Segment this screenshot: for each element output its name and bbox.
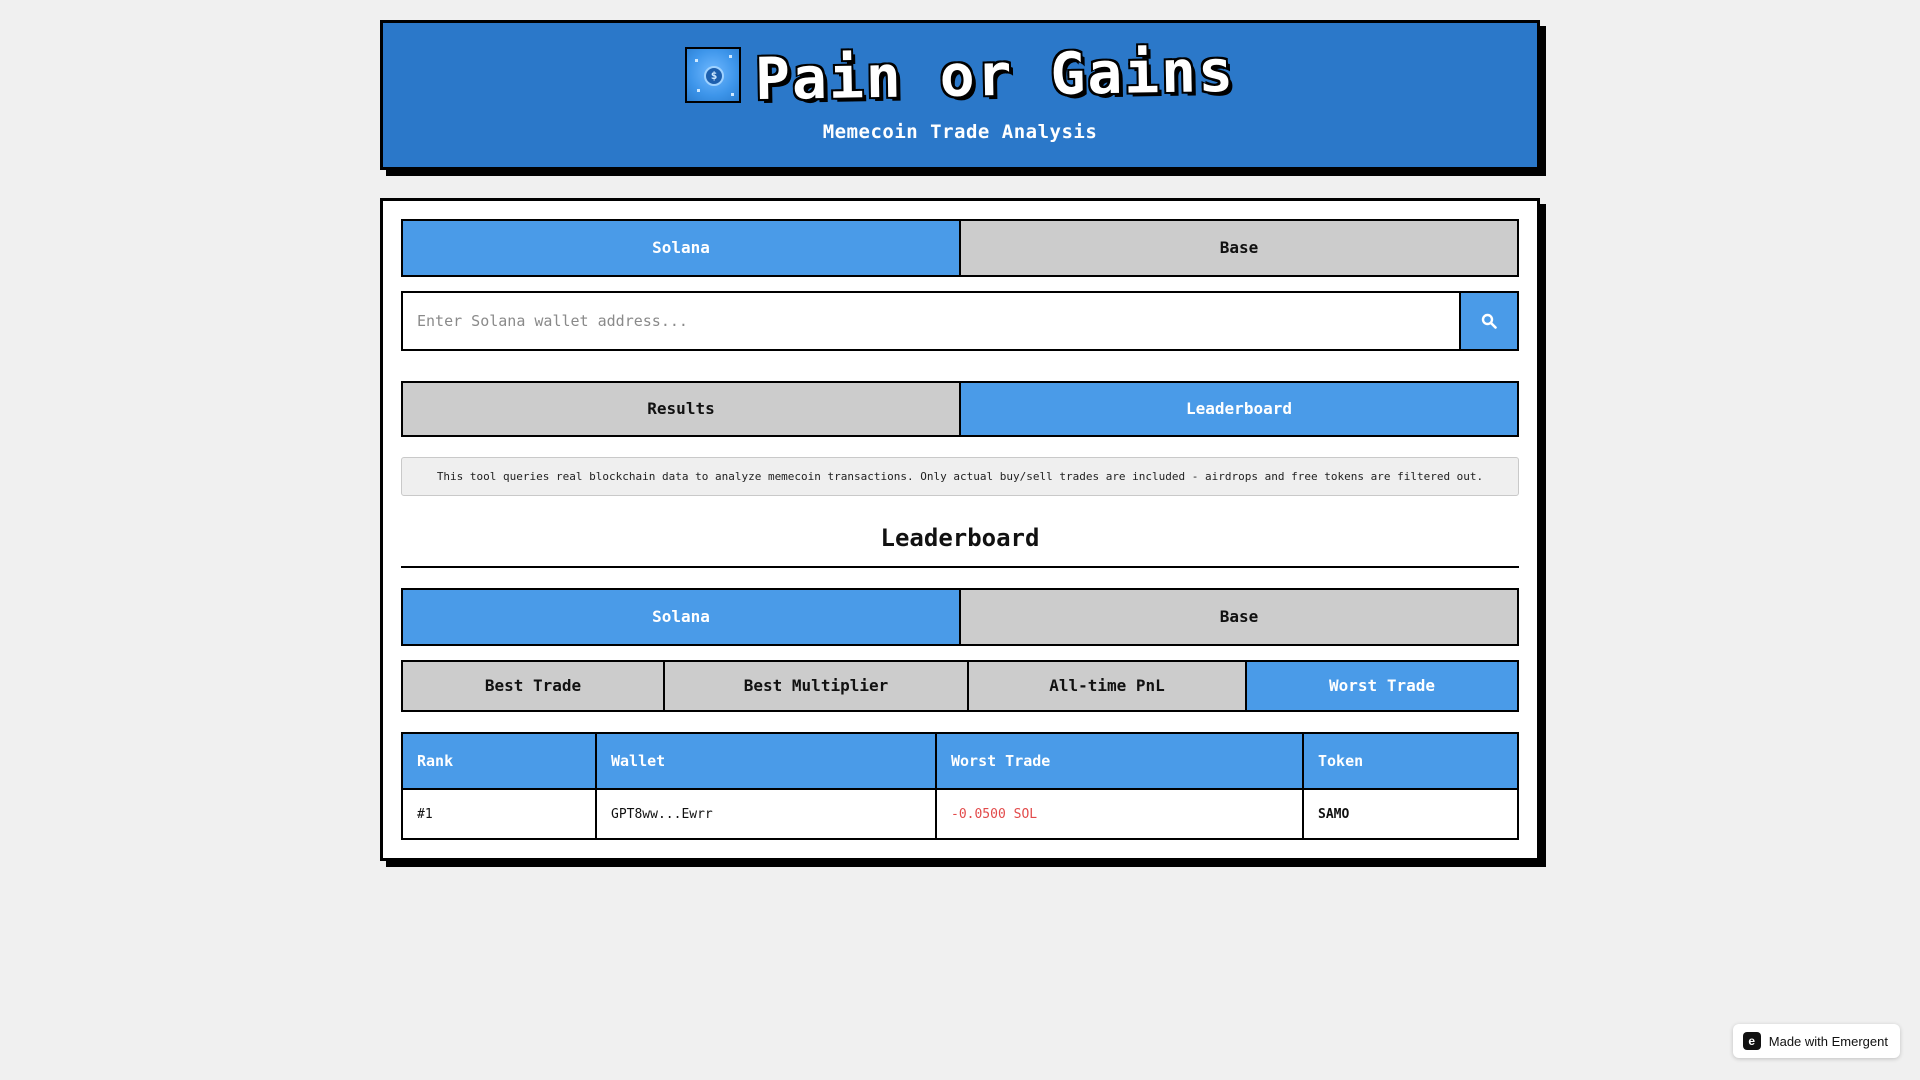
wallet-cell[interactable]: GPT8ww...Ewrr — [595, 788, 937, 840]
search-button[interactable] — [1459, 293, 1517, 349]
column-header-wallet: Wallet — [595, 732, 937, 790]
metric-tab-best-multiplier[interactable]: Best Multiplier — [663, 662, 967, 710]
leaderboard-chain-selector: Solana Base — [401, 588, 1519, 646]
column-header-rank: Rank — [401, 732, 597, 790]
leaderboard-chain-tab-solana[interactable]: Solana — [403, 590, 959, 644]
leaderboard-metric-selector: Best Trade Best Multiplier All-time PnL … — [401, 660, 1519, 712]
token-cell: SAMO — [1302, 788, 1519, 840]
leaderboard-table: Rank Wallet Worst Trade Token #1 GPT8ww.… — [401, 732, 1519, 840]
table-row: #1 GPT8ww...Ewrr -0.0500 SOL SAMO — [401, 788, 1519, 840]
main-panel: Solana Base Results Leaderboard This too… — [380, 198, 1540, 861]
app-header: $ Pain or Gains Memecoin Trade Analysis — [380, 20, 1540, 170]
emergent-logo-icon: e — [1742, 1032, 1761, 1050]
view-selector: Results Leaderboard — [401, 381, 1519, 437]
search-icon — [1481, 313, 1497, 329]
title-row: $ Pain or Gains — [383, 23, 1537, 113]
column-header-token: Token — [1302, 732, 1519, 790]
chain-tab-solana[interactable]: Solana — [403, 221, 959, 275]
tab-results[interactable]: Results — [403, 383, 959, 435]
leaderboard-chain-tab-base[interactable]: Base — [959, 590, 1517, 644]
chain-tab-base[interactable]: Base — [959, 221, 1517, 275]
column-header-worst-trade: Worst Trade — [935, 732, 1304, 790]
app-container: $ Pain or Gains Memecoin Trade Analysis … — [380, 20, 1540, 861]
app-title: Pain or Gains — [754, 36, 1236, 114]
rank-cell: #1 — [401, 788, 597, 840]
chain-selector: Solana Base — [401, 219, 1519, 277]
worst-trade-cell: -0.0500 SOL — [935, 788, 1304, 840]
badge-label: Made with Emergent — [1768, 1033, 1888, 1049]
coin-icon: $ — [685, 47, 742, 103]
tab-leaderboard[interactable]: Leaderboard — [959, 383, 1517, 435]
info-notice: This tool queries real blockchain data t… — [401, 457, 1519, 496]
metric-tab-best-trade[interactable]: Best Trade — [403, 662, 663, 710]
table-header-row: Rank Wallet Worst Trade Token — [401, 732, 1519, 790]
wallet-search — [401, 291, 1519, 351]
app-subtitle: Memecoin Trade Analysis — [822, 121, 1098, 143]
metric-tab-all-time-pnl[interactable]: All-time PnL — [967, 662, 1245, 710]
made-with-emergent-badge[interactable]: e Made with Emergent — [1732, 1024, 1900, 1058]
wallet-address-input[interactable] — [403, 293, 1459, 349]
leaderboard-title: Leaderboard — [401, 524, 1519, 568]
metric-tab-worst-trade[interactable]: Worst Trade — [1245, 662, 1517, 710]
